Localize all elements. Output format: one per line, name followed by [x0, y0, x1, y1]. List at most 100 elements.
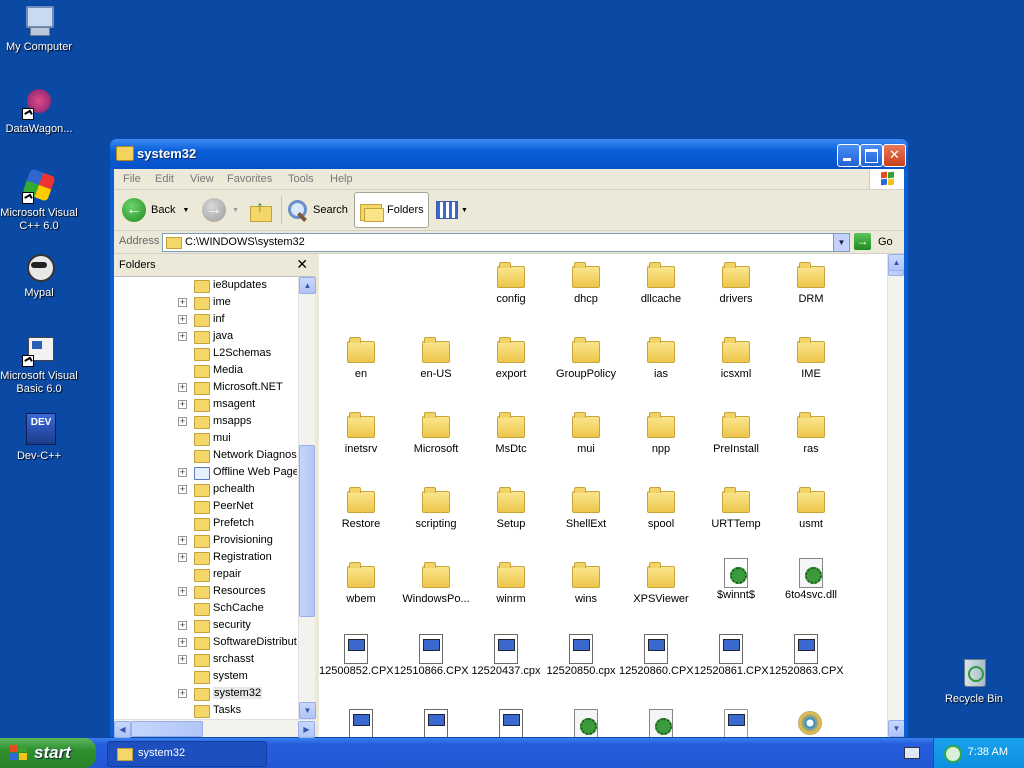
- scrollbar-thumb[interactable]: [131, 721, 203, 737]
- file-item[interactable]: scripting: [398, 487, 474, 530]
- expand-icon[interactable]: +: [178, 315, 187, 324]
- file-item[interactable]: DRM: [773, 262, 849, 305]
- tree-item[interactable]: PeerNet: [114, 498, 297, 515]
- file-item[interactable]: [773, 709, 849, 735]
- scrollbar-thumb[interactable]: [299, 445, 315, 617]
- tree-item[interactable]: + SoftwareDistribut: [114, 634, 297, 651]
- network-icon[interactable]: [944, 745, 962, 763]
- file-item[interactable]: 12520863.CPX: [768, 634, 845, 677]
- search-button[interactable]: Search: [286, 193, 348, 227]
- tree-item[interactable]: + msapps: [114, 413, 297, 430]
- tree-item[interactable]: + pchealth: [114, 481, 297, 498]
- file-item[interactable]: icsxml: [698, 337, 774, 380]
- menu-tools[interactable]: Tools: [288, 173, 314, 185]
- expand-icon[interactable]: +: [178, 638, 187, 647]
- tree-item[interactable]: + Registration: [114, 549, 297, 566]
- minimize-button[interactable]: [837, 144, 860, 167]
- back-button[interactable]: ← Back ▼: [122, 193, 189, 227]
- expand-icon[interactable]: +: [178, 655, 187, 664]
- tree-item-selected[interactable]: + system32: [114, 685, 297, 702]
- menu-view[interactable]: View: [190, 173, 214, 185]
- keyboard-icon[interactable]: [904, 747, 920, 759]
- file-item[interactable]: dhcp: [548, 262, 624, 305]
- file-item[interactable]: dllcache: [623, 262, 699, 305]
- file-item[interactable]: [548, 709, 624, 737]
- expand-icon[interactable]: +: [178, 298, 187, 307]
- file-item[interactable]: drivers: [698, 262, 774, 305]
- file-item[interactable]: 6to4svc.dll: [773, 558, 849, 601]
- menu-file[interactable]: File: [123, 173, 141, 185]
- file-item[interactable]: usmt: [773, 487, 849, 530]
- file-item[interactable]: 12500852.CPX: [319, 634, 395, 677]
- file-item[interactable]: IME: [773, 337, 849, 380]
- file-item[interactable]: 12520860.CPX: [618, 634, 695, 677]
- file-item[interactable]: winrm: [473, 562, 549, 605]
- file-item[interactable]: URTTemp: [698, 487, 774, 530]
- expand-icon[interactable]: +: [178, 383, 187, 392]
- scroll-up-button[interactable]: ▲: [299, 277, 316, 294]
- file-item[interactable]: [698, 709, 774, 737]
- expand-icon[interactable]: +: [178, 417, 187, 426]
- tree-item[interactable]: + java: [114, 328, 297, 345]
- file-item[interactable]: ras: [773, 412, 849, 455]
- taskbar-item-system32[interactable]: system32: [107, 741, 267, 767]
- file-item[interactable]: XPSViewer: [623, 562, 699, 605]
- folders-button[interactable]: Folders: [354, 192, 429, 228]
- file-item[interactable]: wbem: [323, 562, 399, 605]
- file-item[interactable]: ShellExt: [548, 487, 624, 530]
- tree-item[interactable]: SchCache: [114, 600, 297, 617]
- menu-edit[interactable]: Edit: [155, 173, 174, 185]
- address-input[interactable]: C:\WINDOWS\system32 ▼: [162, 233, 850, 252]
- expand-icon[interactable]: +: [178, 553, 187, 562]
- forward-button[interactable]: → ▼: [202, 193, 239, 227]
- tree-item[interactable]: + Microsoft.NET: [114, 379, 297, 396]
- desktop-icon-datawagon[interactable]: DataWagon...: [0, 86, 79, 136]
- file-item[interactable]: 12520437.cpx: [468, 634, 544, 677]
- clock[interactable]: 7:38 AM: [968, 746, 1008, 758]
- file-item[interactable]: ias: [623, 337, 699, 380]
- tree-item[interactable]: repair: [114, 566, 297, 583]
- start-button[interactable]: start: [0, 738, 96, 768]
- file-item[interactable]: Setup: [473, 487, 549, 530]
- tree-item[interactable]: + inf: [114, 311, 297, 328]
- tree-item[interactable]: ie8updates: [114, 277, 297, 294]
- expand-icon[interactable]: +: [178, 485, 187, 494]
- tree-item[interactable]: Tasks: [114, 702, 297, 719]
- file-item[interactable]: en: [323, 337, 399, 380]
- expand-icon[interactable]: +: [178, 689, 187, 698]
- expand-icon[interactable]: +: [178, 621, 187, 630]
- tree-item[interactable]: + Provisioning: [114, 532, 297, 549]
- scroll-up-button[interactable]: ▲: [888, 254, 904, 271]
- tree-horizontal-scrollbar[interactable]: ◀ ▶: [114, 719, 315, 738]
- file-item[interactable]: PreInstall: [698, 412, 774, 455]
- tree-vertical-scrollbar[interactable]: ▲ ▼: [298, 277, 316, 719]
- file-item[interactable]: [623, 709, 699, 737]
- up-button[interactable]: ↑: [248, 193, 274, 227]
- scrollbar-thumb[interactable]: [888, 270, 904, 276]
- desktop-icon-mypal[interactable]: Mypal: [0, 250, 79, 300]
- scroll-down-button[interactable]: ▼: [888, 720, 904, 737]
- scroll-left-button[interactable]: ◀: [114, 721, 131, 738]
- expand-icon[interactable]: +: [178, 587, 187, 596]
- desktop-icon-dev-cpp[interactable]: DEV Dev-C++: [0, 413, 79, 463]
- expand-icon[interactable]: +: [178, 468, 187, 477]
- tree-item[interactable]: Media: [114, 362, 297, 379]
- file-item[interactable]: [473, 709, 549, 737]
- scroll-right-button[interactable]: ▶: [298, 721, 315, 738]
- desktop-icon-visual-basic[interactable]: Microsoft Visual Basic 6.0: [0, 333, 79, 396]
- expand-icon[interactable]: +: [178, 400, 187, 409]
- file-item[interactable]: [323, 709, 399, 737]
- address-dropdown-button[interactable]: ▼: [833, 234, 849, 251]
- tree-item[interactable]: L2Schemas: [114, 345, 297, 362]
- file-item[interactable]: 12520861.CPX: [693, 634, 770, 677]
- tree-item[interactable]: + Resources: [114, 583, 297, 600]
- file-item[interactable]: en-US: [398, 337, 474, 380]
- go-button[interactable]: → Go: [854, 233, 902, 251]
- desktop-icon-visual-cpp[interactable]: Microsoft Visual C++ 6.0: [0, 168, 79, 233]
- scroll-down-button[interactable]: ▼: [299, 702, 316, 719]
- tree-item[interactable]: Prefetch: [114, 515, 297, 532]
- file-item[interactable]: npp: [623, 412, 699, 455]
- tree-item[interactable]: mui: [114, 430, 297, 447]
- file-item[interactable]: config: [473, 262, 549, 305]
- file-item[interactable]: GroupPolicy: [548, 337, 624, 380]
